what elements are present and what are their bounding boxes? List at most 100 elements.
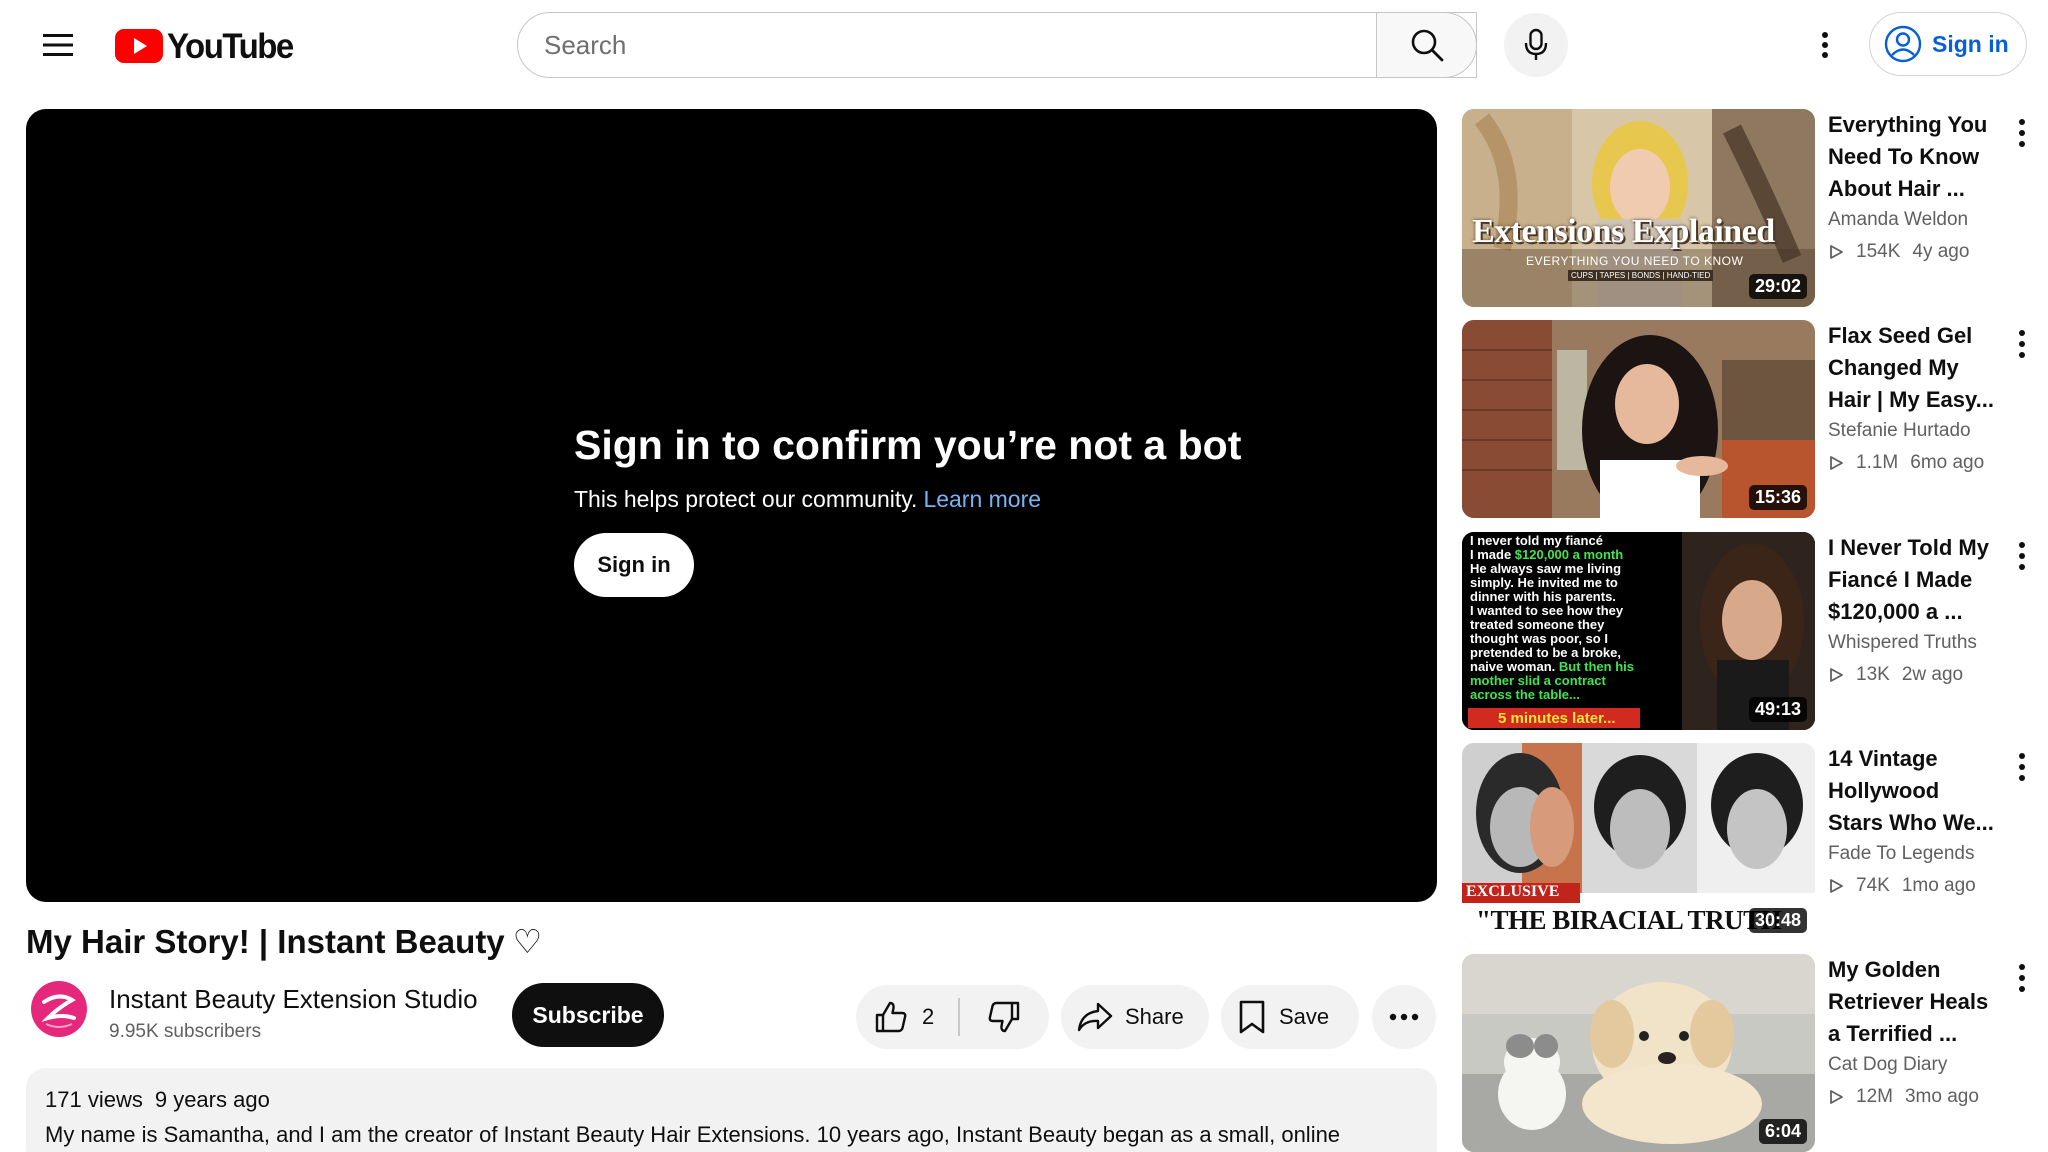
recommendation-thumbnail[interactable]: Extensions Explained EVERYTHING YOU NEED… xyxy=(1462,109,1815,307)
player-sign-in-button[interactable]: Sign in xyxy=(574,533,694,598)
subscribe-button[interactable]: Subscribe xyxy=(512,983,664,1047)
story-text: naive woman. xyxy=(1470,659,1559,674)
save-button[interactable]: Save xyxy=(1221,985,1359,1049)
like-button[interactable]: 2 xyxy=(856,985,958,1049)
recommendation-title: I Never Told My Fiancé I Made $120,000 a… xyxy=(1828,532,2000,628)
recommendation-item[interactable]: Extensions Explained EVERYTHING YOU NEED… xyxy=(1462,109,2034,307)
share-button[interactable]: Share xyxy=(1061,985,1209,1049)
thumbnail-subline-2: CUPS | TAPES | BONDS | HAND-TIED xyxy=(1568,270,1714,281)
title-line: My Golden xyxy=(1828,957,1941,982)
recommendation-item[interactable]: EXCLUSIVE "THE BIRACIAL TRUTH 30:48 14 V… xyxy=(1462,743,2034,941)
account-circle-icon xyxy=(1884,25,1922,63)
recommendation-menu-button[interactable] xyxy=(2010,113,2034,153)
title-line: Stars Who We... xyxy=(1828,810,1994,835)
recommendation-channel[interactable]: Cat Dog Diary xyxy=(1828,1054,1947,1076)
search-button[interactable] xyxy=(1376,12,1477,78)
dislike-button[interactable] xyxy=(960,985,1050,1049)
story-line: treated someone they xyxy=(1470,617,1605,632)
video-duration: 15:36 xyxy=(1748,485,1807,510)
youtube-play-logo-icon xyxy=(115,29,163,63)
story-line: I wanted to see how they xyxy=(1470,603,1624,618)
recommendation-channel[interactable]: Stefanie Hurtado xyxy=(1828,420,1971,442)
title-line: a Terrified ... xyxy=(1828,1021,1958,1046)
recommendation-channel[interactable]: Whispered Truths xyxy=(1828,632,1977,654)
play-count-icon xyxy=(1830,668,1843,682)
story-line: thought was poor, so I xyxy=(1470,631,1608,646)
vertical-dots-icon xyxy=(2019,964,2025,992)
upload-age: 3mo ago xyxy=(1904,1086,1979,1107)
video-title-text: My Hair Story! | Instant Beauty xyxy=(26,923,505,960)
search-input[interactable] xyxy=(518,13,1476,77)
header-sign-in-label: Sign in xyxy=(1932,30,2009,57)
story-line: simply. He invited me to xyxy=(1470,575,1618,590)
recommendation-channel[interactable]: Fade To Legends xyxy=(1828,843,1975,865)
story-line: mother slid a contract xyxy=(1470,673,1606,688)
recommendation-item[interactable]: I never told my fiancé I made $120,000 a… xyxy=(1462,532,2034,730)
bot-check-heading: Sign in to confirm you’re not a bot xyxy=(574,422,1242,468)
voice-search-button[interactable] xyxy=(1504,13,1568,77)
recommendation-item[interactable]: 6:04 My Golden Retriever Heals a Terrifi… xyxy=(1462,954,2034,1152)
recommendation-stats: 74K 1mo ago xyxy=(1828,875,1976,897)
thumbnail-banner: 5 minutes later... xyxy=(1498,710,1616,727)
title-line: Everything You xyxy=(1828,112,1988,137)
microphone-icon xyxy=(1524,28,1548,60)
recommendation-stats: 13K 2w ago xyxy=(1828,664,1963,686)
recommendation-title: 14 Vintage Hollywood Stars Who We... xyxy=(1828,743,2000,839)
recommendation-stats: 154K 4y ago xyxy=(1828,241,1969,263)
search-icon xyxy=(1411,29,1443,62)
guide-menu-button[interactable] xyxy=(28,20,88,70)
recommendation-thumbnail[interactable]: 15:36 xyxy=(1462,320,1815,518)
recommendation-title: Everything You Need To Know About Hair .… xyxy=(1828,109,2000,205)
upload-age: 6mo ago xyxy=(1910,452,1985,473)
description-box[interactable]: 171 views 9 years ago My name is Samantha… xyxy=(26,1068,1437,1152)
recommendation-channel[interactable]: Amanda Weldon xyxy=(1828,209,1968,231)
description-text: My name is Samantha, and I am the creato… xyxy=(45,1122,1341,1147)
settings-menu-button[interactable] xyxy=(1800,20,1850,70)
play-count-icon xyxy=(1830,879,1843,893)
channel-name[interactable]: Instant Beauty Extension Studio xyxy=(109,984,478,1015)
title-line: Need To Know xyxy=(1828,144,1980,169)
search-box[interactable] xyxy=(517,12,1477,78)
story-line: I made $120,000 a month xyxy=(1470,548,1700,562)
story-highlight: But then his xyxy=(1558,659,1634,674)
like-dislike-group: 2 xyxy=(856,985,1049,1049)
learn-more-link[interactable]: Learn more xyxy=(923,486,1041,512)
recommendation-thumbnail[interactable]: 6:04 xyxy=(1462,954,1815,1152)
play-count-icon xyxy=(1830,245,1843,259)
title-line: Hollywood xyxy=(1828,778,1940,803)
recommendation-menu-button[interactable] xyxy=(2010,958,2034,998)
recommendation-thumbnail[interactable]: EXCLUSIVE "THE BIRACIAL TRUTH 30:48 xyxy=(1462,743,1815,941)
vertical-dots-icon xyxy=(2019,753,2025,781)
view-count: 154K xyxy=(1856,241,1901,262)
logo-wordmark: YouTube xyxy=(167,25,294,66)
youtube-logo[interactable]: YouTube xyxy=(115,25,294,66)
recommendation-menu-button[interactable] xyxy=(2010,747,2034,787)
recommendation-title: Flax Seed Gel Changed My Hair | My Easy.… xyxy=(1828,320,2000,416)
play-count-icon xyxy=(1830,1090,1843,1104)
view-count: 1.1M xyxy=(1856,452,1899,473)
vertical-dots-icon xyxy=(2019,542,2025,570)
recommendation-thumbnail[interactable]: I never told my fiancé I made $120,000 a… xyxy=(1462,532,1815,730)
thumbnail-tag: EXCLUSIVE xyxy=(1466,883,1560,900)
header-sign-in-button[interactable]: Sign in xyxy=(1869,12,2027,76)
channel-logo-icon xyxy=(31,981,87,1037)
video-player[interactable]: Sign in to confirm you’re not a bot This… xyxy=(26,109,1437,902)
bot-check-message: This helps protect our community. xyxy=(574,486,918,513)
recommendation-item[interactable]: 15:36 Flax Seed Gel Changed My Hair | My… xyxy=(1462,320,2034,518)
story-line: He always saw me living xyxy=(1470,561,1622,576)
view-count: 171 views xyxy=(45,1087,143,1112)
channel-avatar[interactable] xyxy=(28,978,90,1040)
recommendation-menu-button[interactable] xyxy=(2010,536,2034,576)
thumbs-down-icon xyxy=(988,1001,1020,1033)
thumbnail-headline: Extensions Explained xyxy=(1472,213,1775,250)
recommendation-menu-button[interactable] xyxy=(2010,324,2034,364)
video-duration: 6:04 xyxy=(1758,1119,1807,1144)
video-title-heart: ♡ xyxy=(512,923,543,960)
story-line: dinner with his parents. xyxy=(1470,589,1616,604)
title-line: Hair | My Easy... xyxy=(1828,387,1994,412)
view-count: 74K xyxy=(1856,875,1890,896)
thumbnail-story-text: I never told my fiancé I made $120,000 a… xyxy=(1470,534,1700,702)
hamburger-menu-icon xyxy=(43,34,73,56)
more-actions-button[interactable] xyxy=(1372,985,1436,1049)
view-count: 12M xyxy=(1856,1086,1893,1107)
